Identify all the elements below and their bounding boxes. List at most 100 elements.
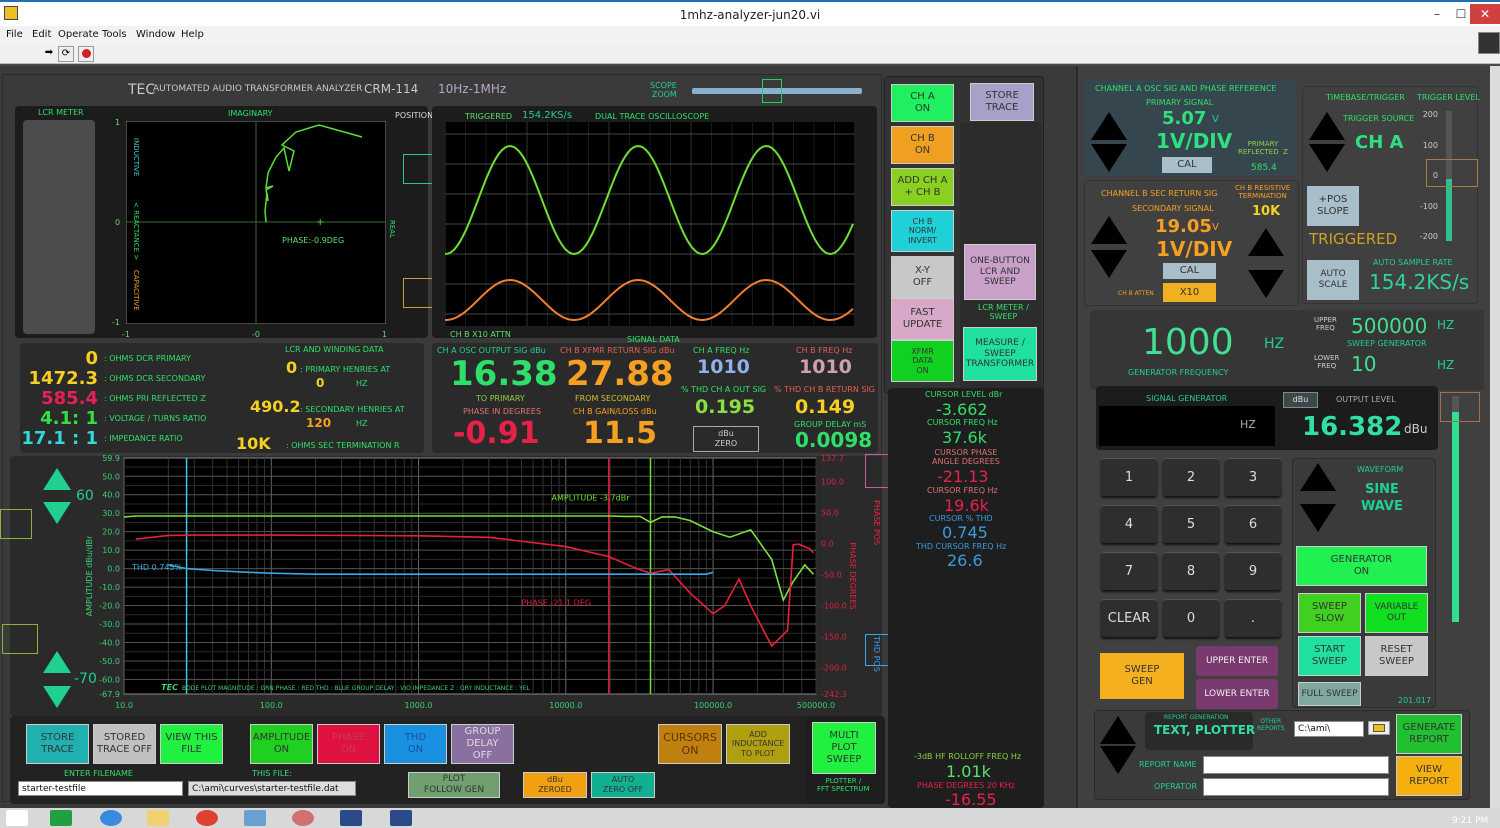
add-inductance-button[interactable]: ADD INDUCTANCE TO PLOT <box>726 724 790 764</box>
upper-scale-up-button[interactable] <box>43 468 71 490</box>
chb-atten-button[interactable]: X10 <box>1163 283 1216 302</box>
upper-enter-button[interactable]: UPPER ENTER <box>1196 646 1278 676</box>
filename-input[interactable]: starter-testfile <box>18 781 183 796</box>
trigger-source-down-button[interactable] <box>1309 144 1345 172</box>
close-button[interactable]: ✕ <box>1470 4 1500 24</box>
labview-icon-1[interactable] <box>340 810 362 826</box>
labview-icon-2[interactable] <box>390 810 412 826</box>
output-level-thumb[interactable] <box>1440 392 1480 422</box>
start-icon[interactable] <box>6 810 28 826</box>
operator-input[interactable] <box>1203 778 1389 796</box>
dbu-zeroed-button[interactable]: dBu ZEROED <box>523 772 587 798</box>
chb-on-button[interactable]: CH B ON <box>891 126 954 164</box>
menu-edit[interactable]: Edit <box>32 29 51 40</box>
view-report-button[interactable]: VIEW REPORT <box>1396 756 1462 796</box>
chrome-icon[interactable] <box>196 810 218 826</box>
plot-follow-gen-button[interactable]: PLOT FOLLOW GEN <box>408 772 500 798</box>
generate-report-button[interactable]: GENERATE REPORT <box>1396 714 1462 754</box>
menu-window[interactable]: Window <box>136 29 175 40</box>
add-cha-chb-button[interactable]: ADD CH A + CH B <box>891 168 954 206</box>
trigger-level-thumb[interactable] <box>1426 159 1478 187</box>
chb-position-slider[interactable] <box>403 278 433 308</box>
output-level-slider[interactable] <box>1452 396 1459 622</box>
store-trace-button[interactable]: STORE TRACE <box>26 724 89 764</box>
variable-out-button[interactable]: VARIABLE OUT <box>1365 593 1428 633</box>
report-name-input[interactable] <box>1203 756 1389 774</box>
network-icon[interactable] <box>244 810 266 826</box>
dbu-zero-button[interactable]: dBu ZERO <box>693 426 759 452</box>
menu-operate[interactable]: Operate <box>58 29 99 40</box>
abort-icon[interactable] <box>78 46 94 62</box>
menu-help[interactable]: Help <box>181 29 204 40</box>
auto-zero-off-button[interactable]: AUTO ZERO OFF <box>591 772 655 798</box>
cha-cal-button[interactable]: CAL <box>1162 157 1212 173</box>
keypad-key-dot[interactable]: . <box>1225 599 1281 637</box>
keypad-key-5[interactable]: 5 <box>1163 505 1219 543</box>
keypad-key-0[interactable]: 0 <box>1163 599 1219 637</box>
generator-on-button[interactable]: GENERATOR ON <box>1296 546 1427 586</box>
report-type-down-button[interactable] <box>1100 746 1136 774</box>
menu-tools[interactable]: Tools <box>102 29 127 40</box>
auto-scale-button[interactable]: AUTO SCALE <box>1307 260 1359 300</box>
reset-sweep-button[interactable]: RESET SWEEP <box>1365 636 1428 676</box>
keypad-key-3[interactable]: 3 <box>1225 458 1281 496</box>
keypad-key-4[interactable]: 4 <box>1101 505 1157 543</box>
full-sweep-button[interactable]: FULL SWEEP <box>1298 682 1361 706</box>
chb-scale-down-button[interactable] <box>1091 250 1127 278</box>
folder-browse-button[interactable] <box>1368 721 1390 735</box>
store-trace-top-button[interactable]: STORE TRACE <box>970 83 1034 121</box>
measure-sweep-transformer-button[interactable]: MEASURE / SWEEP TRANSFORMER <box>963 327 1037 381</box>
ie-icon[interactable] <box>100 810 122 826</box>
waveform-up-button[interactable] <box>1300 463 1336 491</box>
minimize-button[interactable]: – <box>1424 4 1450 24</box>
waveform-down-button[interactable] <box>1300 504 1336 532</box>
keypad-key-clear[interactable]: CLEAR <box>1101 599 1157 637</box>
slope-button[interactable]: +POS SLOPE <box>1307 186 1359 226</box>
cha-on-button[interactable]: CH A ON <box>891 84 954 122</box>
keypad-key-6[interactable]: 6 <box>1225 505 1281 543</box>
menu-file[interactable]: File <box>6 29 23 40</box>
amplitude-on-button[interactable]: AMPLITUDE ON <box>250 724 313 764</box>
start-sweep-button[interactable]: START SWEEP <box>1298 636 1361 676</box>
sweep-slow-button[interactable]: SWEEP SLOW <box>1298 593 1361 633</box>
group-delay-button[interactable]: GROUP DELAY OFF <box>451 724 514 764</box>
run-continuous-icon[interactable]: ⟳ <box>58 46 74 62</box>
dbu-unit-button[interactable]: dBu <box>1283 392 1318 408</box>
lower-enter-button[interactable]: LOWER ENTER <box>1196 679 1278 709</box>
multi-plot-sweep-button[interactable]: MULTI PLOT SWEEP <box>812 722 876 774</box>
run-arrow-icon[interactable]: ➡ <box>41 46 57 62</box>
keypad-key-2[interactable]: 2 <box>1163 458 1219 496</box>
keypad-key-1[interactable]: 1 <box>1101 458 1157 496</box>
keypad-key-8[interactable]: 8 <box>1163 552 1219 590</box>
chb-term-up-button[interactable] <box>1248 228 1284 256</box>
cha-scale-up-button[interactable] <box>1091 112 1127 140</box>
thd-on-button[interactable]: THD ON <box>384 724 447 764</box>
explorer-icon[interactable] <box>147 810 169 826</box>
vertical-scrollbar[interactable] <box>1490 66 1500 808</box>
upper-position-slider[interactable] <box>0 509 32 539</box>
xy-mode-button[interactable]: X-Y OFF <box>891 256 954 298</box>
store-icon[interactable] <box>50 810 72 826</box>
xfmr-data-button[interactable]: XFMR DATA ON <box>891 340 954 382</box>
keypad-key-9[interactable]: 9 <box>1225 552 1281 590</box>
fast-update-button[interactable]: FAST UPDATE <box>891 298 954 340</box>
lower-scale-down-button[interactable] <box>43 686 71 708</box>
lower-position-slider[interactable] <box>2 624 38 654</box>
stored-trace-off-button[interactable]: STORED TRACE OFF <box>93 724 156 764</box>
keypad-key-7[interactable]: 7 <box>1101 552 1157 590</box>
phase-on-button[interactable]: PHASE ON <box>317 724 380 764</box>
chb-term-down-button[interactable] <box>1248 270 1284 298</box>
chb-invert-button[interactable]: CH B NORM/ INVERT <box>891 210 954 252</box>
trigger-source-up-button[interactable] <box>1309 112 1345 140</box>
scope-zoom-thumb[interactable] <box>762 79 782 103</box>
chb-scale-up-button[interactable] <box>1091 216 1127 244</box>
cursors-on-button[interactable]: CURSORS ON <box>658 724 722 764</box>
cha-position-slider[interactable] <box>403 154 433 184</box>
chb-cal-button[interactable]: CAL <box>1163 263 1216 279</box>
upper-scale-down-button[interactable] <box>43 502 71 524</box>
sweep-gen-button[interactable]: SWEEP GEN <box>1100 653 1184 699</box>
other-reports-path[interactable]: C:\ami\ <box>1294 721 1364 737</box>
report-type-up-button[interactable] <box>1100 716 1136 744</box>
view-this-file-button[interactable]: VIEW THIS FILE <box>160 724 223 764</box>
lower-scale-up-button[interactable] <box>43 651 71 673</box>
